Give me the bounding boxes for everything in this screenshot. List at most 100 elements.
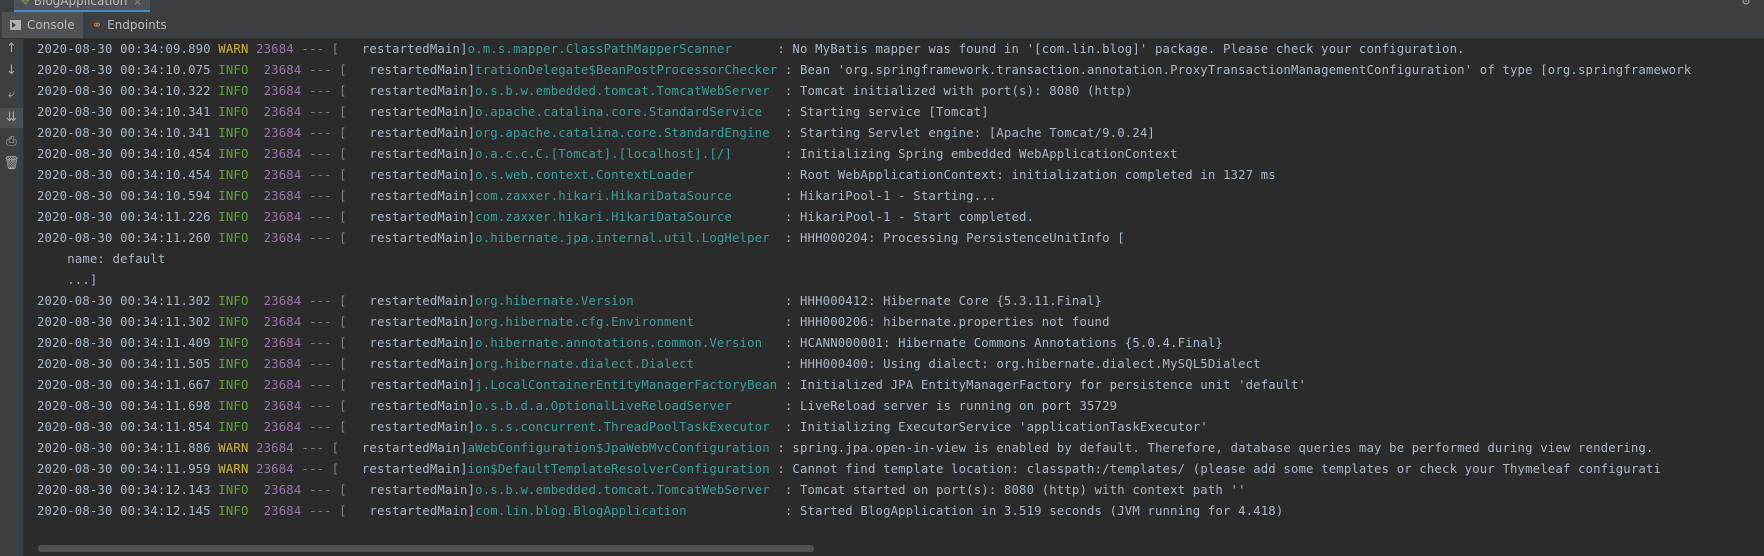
log-separator: --- [: [308, 378, 347, 392]
log-timestamp: 2020-08-30 00:34:10.341: [37, 126, 211, 140]
log-pid: 23684: [263, 315, 302, 329]
log-message: : HHH000400: Using dialect: org.hibernat…: [784, 357, 1261, 371]
log-pid: 23684: [263, 168, 302, 182]
log-line: 2020-08-30 00:34:11.302 INFO 23684 --- […: [24, 291, 1764, 312]
log-logger: org.hibernate.dialect.Dialect: [475, 357, 778, 371]
log-pid: 23684: [263, 231, 302, 245]
log-thread: restartedMain]: [354, 84, 476, 98]
log-message: : LiveReload server is running on port 3…: [784, 399, 1118, 413]
log-pid: 23684: [263, 210, 302, 224]
log-line: 2020-08-30 00:34:11.886 WARN 23684 --- […: [24, 438, 1764, 459]
log-logger: o.s.s.concurrent.ThreadPoolTaskExecutor: [475, 420, 778, 434]
log-message: : Initializing ExecutorService 'applicat…: [784, 420, 1208, 434]
log-level: WARN: [218, 462, 249, 476]
log-line: 2020-08-30 00:34:10.454 INFO 23684 --- […: [24, 144, 1764, 165]
log-logger: o.a.c.c.C.[Tomcat].[localhost].[/]: [475, 147, 778, 161]
log-line: 2020-08-30 00:34:11.302 INFO 23684 --- […: [24, 312, 1764, 333]
log-pid: 23684: [263, 63, 302, 77]
run-config-tab[interactable]: ❖ BlogApplication ×: [14, 0, 150, 12]
log-line: 2020-08-30 00:34:10.341 INFO 23684 --- […: [24, 102, 1764, 123]
log-line: name: default: [24, 249, 1764, 270]
log-pid: 23684: [256, 462, 294, 476]
log-separator: --- [: [308, 399, 347, 413]
log-timestamp: 2020-08-30 00:34:10.322: [37, 84, 211, 98]
soft-wrap-icon[interactable]: ⤶: [0, 85, 23, 105]
log-pid: 23684: [263, 378, 302, 392]
log-message: : Starting Servlet engine: [Apache Tomca…: [784, 126, 1155, 140]
log-level: INFO: [218, 399, 249, 413]
log-timestamp: 2020-08-30 00:34:11.260: [37, 231, 211, 245]
down-arrow-icon[interactable]: ↓: [0, 61, 23, 81]
log-logger: j.LocalContainerEntityManagerFactoryBean: [475, 378, 778, 392]
log-line: 2020-08-30 00:34:09.890 WARN 23684 --- […: [24, 39, 1764, 60]
gear-icon[interactable]: ⚙: [1742, 0, 1750, 9]
log-timestamp: 2020-08-30 00:34:11.226: [37, 210, 211, 224]
log-line: 2020-08-30 00:34:11.959 WARN 23684 --- […: [24, 459, 1764, 480]
tab-console[interactable]: Console: [2, 12, 83, 38]
log-logger: o.hibernate.jpa.internal.util.LogHelper: [475, 231, 778, 245]
log-logger: o.hibernate.annotations.common.Version: [475, 336, 778, 350]
horizontal-scrollbar[interactable]: [24, 541, 1764, 556]
log-pid: 23684: [263, 483, 302, 497]
log-separator: --- [: [308, 105, 347, 119]
log-thread: restartedMain]: [354, 294, 476, 308]
log-logger: org.hibernate.Version: [475, 294, 778, 308]
log-logger: com.zaxxer.hikari.HikariDataSource: [475, 210, 778, 224]
log-level: INFO: [218, 420, 249, 434]
log-thread: restartedMain]: [346, 462, 468, 476]
log-thread: restartedMain]: [354, 210, 476, 224]
clear-all-icon[interactable]: 🗑: [0, 154, 23, 174]
log-pid: 23684: [263, 420, 302, 434]
log-timestamp: 2020-08-30 00:34:12.143: [37, 483, 211, 497]
log-logger: ion$DefaultTemplateResolverConfiguration: [467, 462, 770, 476]
tab-endpoints-label: Endpoints: [107, 18, 167, 32]
run-config-label: BlogApplication: [33, 0, 128, 8]
log-thread: restartedMain]: [346, 42, 468, 56]
log-line: 2020-08-30 00:34:11.260 INFO 23684 --- […: [24, 228, 1764, 249]
log-message: : Initialized JPA EntityManagerFactory f…: [784, 378, 1307, 392]
log-message: : No MyBatis mapper was found in '[com.l…: [777, 42, 1465, 56]
log-level: INFO: [218, 189, 249, 203]
log-separator: --- [: [308, 63, 347, 77]
log-level: INFO: [218, 294, 249, 308]
log-thread: restartedMain]: [354, 168, 476, 182]
log-pid: 23684: [263, 126, 302, 140]
log-separator: --- [: [308, 420, 347, 434]
close-icon[interactable]: ×: [133, 0, 141, 8]
scroll-to-end-icon[interactable]: ⇊: [0, 108, 23, 128]
log-thread: restartedMain]: [346, 441, 468, 455]
log-line: 2020-08-30 00:34:11.667 INFO 23684 --- […: [24, 375, 1764, 396]
print-icon[interactable]: ⎙: [0, 132, 23, 152]
log-lines: 2020-08-30 00:34:09.890 WARN 23684 --- […: [24, 39, 1764, 522]
log-message: : HikariPool-1 - Starting...: [784, 189, 997, 203]
log-logger: o.s.b.w.embedded.tomcat.TomcatWebServer: [475, 84, 778, 98]
spring-app-icon: ❖: [20, 0, 31, 8]
log-timestamp: 2020-08-30 00:34:10.075: [37, 63, 211, 77]
console-output[interactable]: 2020-08-30 00:34:09.890 WARN 23684 --- […: [24, 39, 1764, 541]
log-logger: o.s.web.context.ContextLoader: [475, 168, 778, 182]
log-message: : HHH000206: hibernate.properties not fo…: [784, 315, 1110, 329]
tab-endpoints[interactable]: ⚭ Endpoints: [84, 12, 175, 38]
log-level: WARN: [218, 441, 249, 455]
log-timestamp: 2020-08-30 00:34:11.959: [37, 462, 211, 476]
log-logger: aWebConfiguration$JpaWebMvcConfiguration: [467, 441, 770, 455]
log-line: 2020-08-30 00:34:10.322 INFO 23684 --- […: [24, 81, 1764, 102]
log-message: : HHH000412: Hibernate Core {5.3.11.Fina…: [784, 294, 1103, 308]
log-thread: restartedMain]: [354, 504, 476, 518]
log-separator: --- [: [308, 315, 347, 329]
log-line: 2020-08-30 00:34:11.698 INFO 23684 --- […: [24, 396, 1764, 417]
up-arrow-icon[interactable]: ↑: [0, 39, 23, 59]
log-separator: --- [: [301, 42, 340, 56]
log-timestamp: 2020-08-30 00:34:11.886: [37, 441, 211, 455]
scrollbar-thumb[interactable]: [38, 545, 814, 552]
log-message: : HCANN000001: Hibernate Commons Annotat…: [784, 336, 1223, 350]
log-line: 2020-08-30 00:34:11.226 INFO 23684 --- […: [24, 207, 1764, 228]
log-logger: o.apache.catalina.core.StandardService: [475, 105, 778, 119]
log-logger: o.s.b.w.embedded.tomcat.TomcatWebServer: [475, 483, 778, 497]
log-separator: --- [: [308, 357, 347, 371]
log-thread: restartedMain]: [354, 336, 476, 350]
log-separator: --- [: [308, 336, 347, 350]
log-message: : Root WebApplicationContext: initializa…: [784, 168, 1276, 182]
log-pid: 23684: [263, 105, 302, 119]
log-thread: restartedMain]: [354, 399, 476, 413]
